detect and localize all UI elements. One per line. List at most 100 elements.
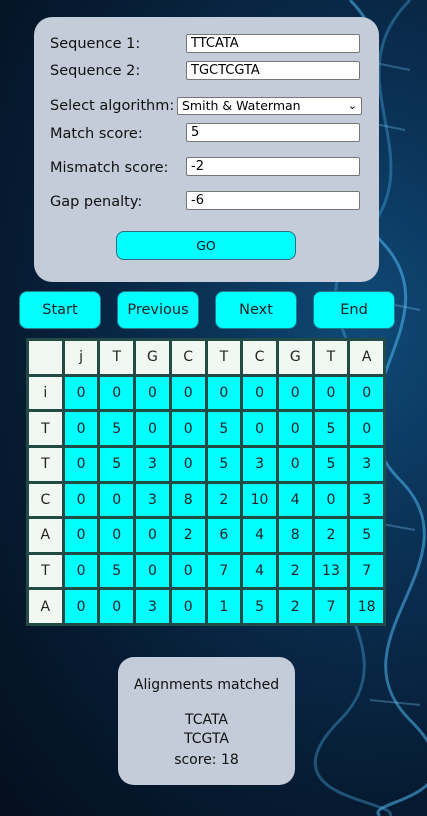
matrix-cell: 5 — [100, 447, 134, 481]
matrix-cell: 0 — [207, 376, 241, 410]
matrix-cell: 0 — [278, 412, 312, 445]
matrix-cell: 5 — [314, 447, 348, 481]
matrix-cell: 8 — [278, 519, 312, 552]
sequence-1-label: Sequence 1: — [50, 36, 141, 52]
matrix-cell: 13 — [314, 554, 348, 588]
algorithm-label: Select algorithm: — [50, 98, 175, 114]
matrix-cell: 5 — [314, 412, 348, 445]
matrix-cell: 0 — [171, 376, 205, 410]
matrix-row-header: T — [29, 554, 62, 588]
matrix-cell: 4 — [278, 483, 312, 517]
matrix-column-header: T — [100, 341, 134, 374]
matrix-column-header: T — [207, 341, 241, 374]
matrix-cell: 0 — [278, 447, 312, 481]
matrix-cell: 3 — [350, 483, 383, 517]
matrix-cell: 18 — [350, 590, 383, 623]
next-button[interactable]: Next — [215, 291, 297, 329]
matrix-cell: 2 — [278, 590, 312, 623]
matrix-cell: 0 — [100, 519, 134, 552]
matrix-row-header: T — [29, 412, 62, 445]
matrix-column-header: G — [278, 341, 312, 374]
matrix-cell: 0 — [64, 554, 98, 588]
algorithm-select[interactable]: Smith & Waterman ⌄ — [177, 97, 362, 115]
previous-button[interactable]: Previous — [117, 291, 199, 329]
matrix-cell: 6 — [207, 519, 241, 552]
alignment-settings-panel: Sequence 1: Sequence 2: Select algorithm… — [34, 17, 379, 282]
score-matrix: jTGCTCGTAi000000000T050050050T053053053C… — [26, 338, 386, 626]
matrix-cell: 0 — [64, 590, 98, 623]
chevron-down-icon: ⌄ — [347, 99, 357, 112]
start-button[interactable]: Start — [19, 291, 101, 329]
matrix-cell: 0 — [136, 554, 169, 588]
matrix-cell: 0 — [350, 412, 383, 445]
matrix-cell: 0 — [243, 412, 276, 445]
go-button[interactable]: GO — [116, 231, 296, 260]
matrix-cell: 0 — [171, 590, 205, 623]
gap-penalty-label: Gap penalty: — [50, 194, 143, 210]
matrix-cell: 0 — [314, 483, 348, 517]
matrix-cell: 0 — [64, 447, 98, 481]
matrix-column-header: j — [64, 341, 98, 374]
matrix-cell: 2 — [171, 519, 205, 552]
matrix-cell: 0 — [100, 376, 134, 410]
matrix-cell: 7 — [314, 590, 348, 623]
mismatch-score-label: Mismatch score: — [50, 160, 169, 176]
mismatch-score-input[interactable] — [186, 157, 360, 176]
matrix-cell: 5 — [207, 447, 241, 481]
aligned-sequence-2: TCGTA — [184, 731, 229, 747]
matrix-cell: 2 — [314, 519, 348, 552]
matrix-cell: 7 — [350, 554, 383, 588]
matrix-cell: 8 — [171, 483, 205, 517]
algorithm-selected-value: Smith & Waterman — [182, 98, 301, 113]
matrix-cell: 5 — [243, 590, 276, 623]
matrix-cell: 4 — [243, 519, 276, 552]
sequence-1-input[interactable] — [186, 34, 360, 53]
sequence-2-input[interactable] — [186, 61, 360, 80]
matrix-row-header: T — [29, 447, 62, 481]
matrix-cell: 0 — [136, 519, 169, 552]
matrix-column-header: G — [136, 341, 169, 374]
matrix-cell: 3 — [350, 447, 383, 481]
alignment-score: score: 18 — [174, 752, 239, 768]
end-button[interactable]: End — [313, 291, 395, 329]
matrix-cell: 0 — [243, 376, 276, 410]
matrix-cell: 0 — [171, 554, 205, 588]
matrix-cell: 10 — [243, 483, 276, 517]
sequence-2-label: Sequence 2: — [50, 63, 141, 79]
matrix-cell: 0 — [350, 376, 383, 410]
matrix-column-header: C — [171, 341, 205, 374]
matrix-corner-cell — [29, 341, 62, 374]
matrix-cell: 0 — [171, 447, 205, 481]
matrix-cell: 4 — [243, 554, 276, 588]
match-score-input[interactable] — [186, 123, 360, 142]
matrix-cell: 3 — [136, 483, 169, 517]
gap-penalty-input[interactable] — [186, 191, 360, 210]
matrix-cell: 2 — [207, 483, 241, 517]
matrix-cell: 0 — [64, 376, 98, 410]
matrix-cell: 0 — [64, 483, 98, 517]
matrix-column-header: C — [243, 341, 276, 374]
matrix-cell: 0 — [100, 483, 134, 517]
matrix-cell: 0 — [136, 412, 169, 445]
matrix-cell: 5 — [100, 554, 134, 588]
result-title: Alignments matched — [133, 677, 280, 693]
matrix-cell: 7 — [207, 554, 241, 588]
matrix-cell: 5 — [207, 412, 241, 445]
matrix-cell: 0 — [64, 519, 98, 552]
matrix-cell: 0 — [64, 412, 98, 445]
matrix-cell: 5 — [100, 412, 134, 445]
matrix-cell: 0 — [314, 376, 348, 410]
result-panel: Alignments matched TCATA TCGTA score: 18 — [118, 657, 295, 785]
aligned-sequence-1: TCATA — [184, 712, 229, 728]
matrix-row-header: A — [29, 590, 62, 623]
matrix-cell: 0 — [278, 376, 312, 410]
matrix-column-header: A — [350, 341, 383, 374]
matrix-cell: 0 — [100, 590, 134, 623]
matrix-cell: 1 — [207, 590, 241, 623]
matrix-cell: 3 — [243, 447, 276, 481]
matrix-cell: 3 — [136, 447, 169, 481]
matrix-row-header: A — [29, 519, 62, 552]
matrix-cell: 0 — [136, 376, 169, 410]
matrix-cell: 3 — [136, 590, 169, 623]
matrix-cell: 0 — [171, 412, 205, 445]
